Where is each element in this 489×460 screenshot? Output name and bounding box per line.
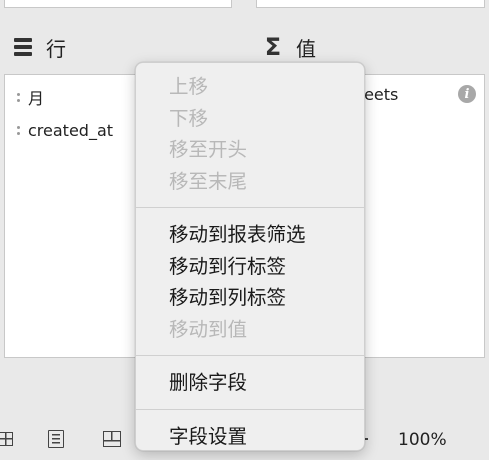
menu-item-move-to-beginning: 移至开头	[169, 138, 248, 161]
values-section-title: 值	[296, 36, 316, 61]
row-field-month[interactable]: 月	[17, 85, 44, 109]
grid-view-button[interactable]	[0, 426, 18, 452]
page-layout-icon	[103, 431, 121, 447]
menu-separator	[136, 355, 364, 356]
row-field-label: created_at	[28, 121, 114, 140]
filters-drop-area[interactable]	[4, 0, 232, 8]
rows-icon	[12, 38, 34, 56]
columns-drop-area[interactable]	[256, 0, 485, 8]
menu-item-move-to-report-filter[interactable]: 移动到报表筛选	[136, 219, 364, 251]
rows-section-header: 行	[12, 30, 66, 64]
document-icon	[48, 430, 64, 448]
zoom-level[interactable]: 100%	[398, 430, 447, 450]
drag-handle-icon[interactable]	[17, 92, 20, 102]
row-field-created-at[interactable]: created_at	[17, 121, 113, 140]
page-view-button[interactable]	[44, 426, 68, 452]
menu-item-move-down: 下移	[169, 106, 209, 130]
grid-view-icon	[0, 432, 13, 446]
menu-item-move-up: 上移	[169, 75, 209, 98]
menu-item-move-to-values: 移动到值	[169, 317, 248, 341]
menu-item-move-to-column-labels[interactable]: 移动到列标签	[136, 282, 364, 314]
menu-item-move-to-row-labels[interactable]: 移动到行标签	[136, 251, 364, 283]
menu-item-field-settings[interactable]: 字段设置	[136, 421, 364, 453]
info-icon[interactable]: i	[458, 85, 476, 103]
menu-item-delete-field[interactable]: 删除字段	[136, 367, 364, 399]
drag-handle-icon[interactable]	[17, 126, 20, 135]
rows-section-title: 行	[46, 36, 66, 61]
menu-item-move-to-end: 移至末尾	[169, 169, 248, 193]
context-menu: 上移 下移 移至开头 移至末尾 移动到报表筛选 移动到行标签 移动到列标签 移动…	[135, 62, 365, 451]
sigma-icon: Σ	[264, 33, 282, 61]
row-field-label: 月	[28, 89, 45, 108]
menu-separator	[136, 207, 364, 208]
layout-view-button[interactable]	[100, 426, 124, 452]
values-section-header: Σ 值	[262, 30, 316, 64]
menu-separator	[136, 408, 364, 410]
